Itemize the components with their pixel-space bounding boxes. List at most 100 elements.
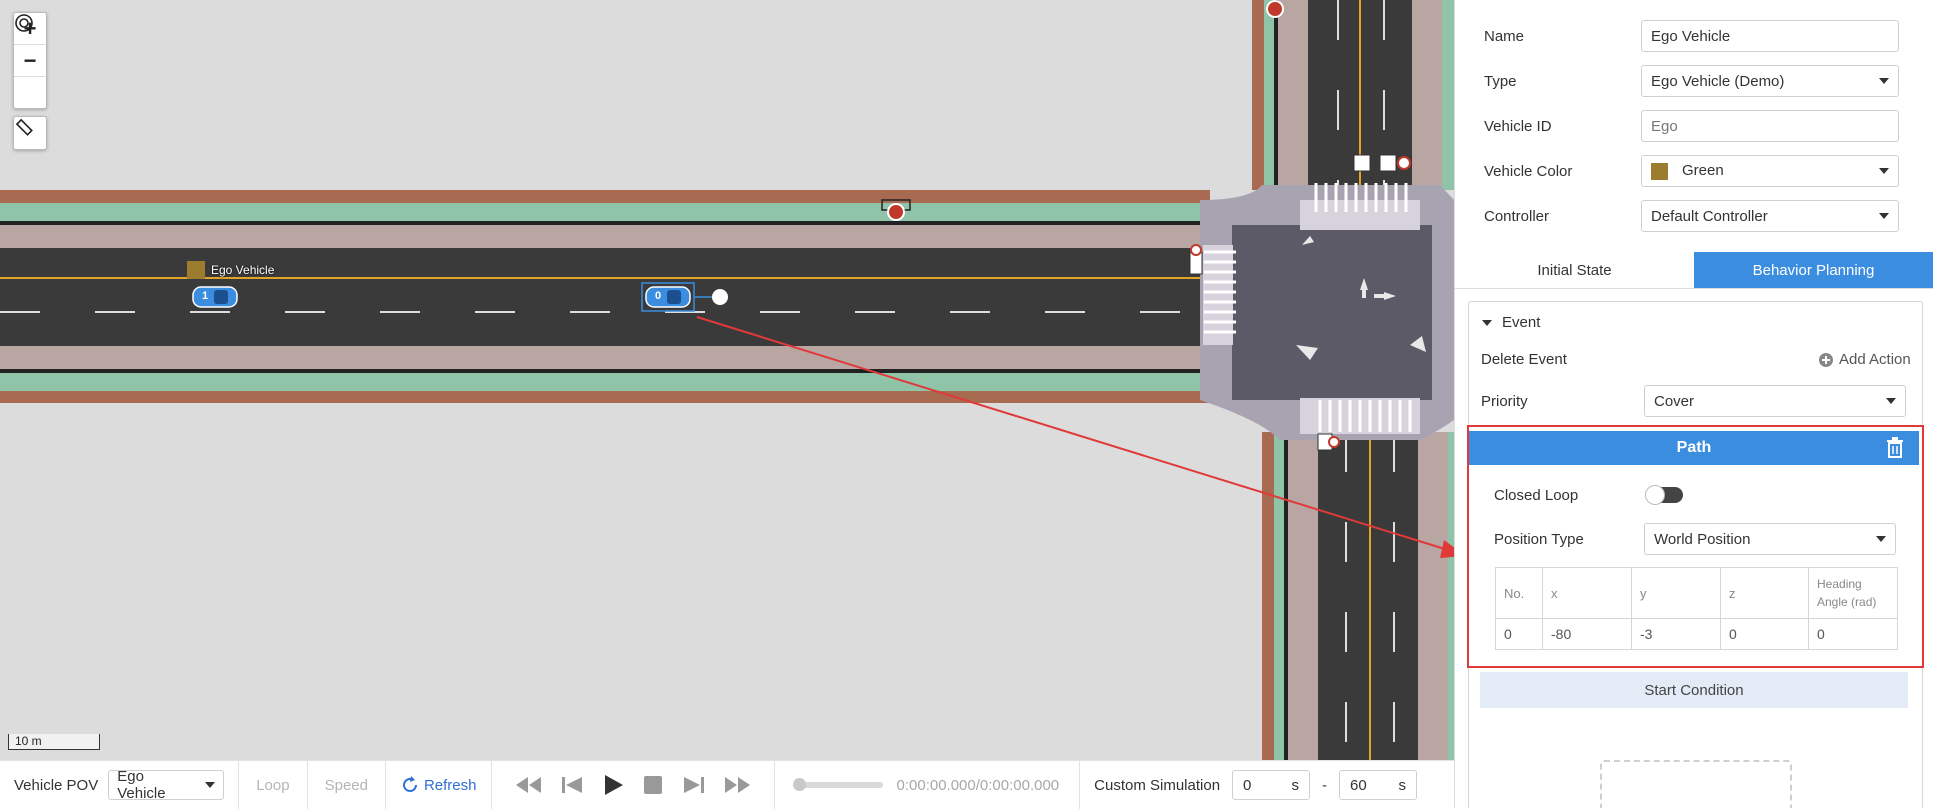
type-value: Ego Vehicle (Demo) — [1651, 72, 1785, 90]
controller-row: Controller Default Controller — [1455, 199, 1946, 233]
ego-color-swatch — [187, 261, 205, 279]
pov-value: Ego Vehicle — [117, 768, 166, 802]
custom-sim-section: Custom Simulation 0 s - 60 s — [1080, 761, 1431, 809]
start-condition-header[interactable]: Start Condition — [1480, 672, 1908, 708]
measure-button[interactable] — [13, 116, 47, 150]
cell-heading[interactable]: 0 — [1808, 618, 1898, 650]
controller-value: Default Controller — [1651, 207, 1768, 225]
tab-behavior-planning[interactable]: Behavior Planning — [1694, 252, 1933, 288]
step-back-icon[interactable] — [560, 775, 584, 795]
priority-select[interactable]: Cover — [1644, 385, 1906, 417]
path-points-table: No. x y z Heading Angle (rad) 0 -80 -3 0… — [1495, 567, 1898, 650]
pov-label: Vehicle POV — [14, 776, 99, 794]
pov-select[interactable]: Ego Vehicle — [108, 768, 225, 802]
stop-icon[interactable] — [642, 774, 664, 796]
refresh-icon — [403, 776, 417, 792]
controller-select[interactable]: Default Controller — [1641, 200, 1899, 232]
sim-end-value: 60 — [1350, 776, 1367, 794]
vehicle-color-row: Vehicle Color Green — [1455, 154, 1946, 188]
color-swatch — [1651, 162, 1668, 180]
chevron-down-icon — [1876, 536, 1886, 542]
ruler-icon — [15, 118, 33, 136]
col-heading: Heading Angle (rad) — [1808, 567, 1898, 619]
cell-x[interactable]: -80 — [1542, 618, 1632, 650]
position-type-select[interactable]: World Position — [1644, 523, 1896, 555]
delete-event-button[interactable]: Delete Event — [1481, 351, 1567, 368]
path-header: Path — [1469, 431, 1919, 465]
pov-section: Vehicle POV Ego Vehicle — [0, 761, 240, 809]
panel-tabs: Initial State Behavior Planning — [1455, 252, 1933, 289]
name-value: Ego Vehicle — [1651, 27, 1731, 45]
type-label: Type — [1484, 72, 1517, 90]
vehicle-id-input[interactable]: Ego — [1641, 110, 1899, 142]
zoom-control: + − — [13, 12, 47, 109]
cell-z[interactable]: 0 — [1720, 618, 1809, 650]
cell-y[interactable]: -3 — [1631, 618, 1721, 650]
priority-value: Cover — [1654, 392, 1695, 410]
col-no: No. — [1495, 567, 1543, 619]
col-z: z — [1720, 567, 1809, 619]
media-controls — [492, 761, 775, 809]
chevron-down-icon — [1879, 168, 1889, 174]
tab-initial-state[interactable]: Initial State — [1455, 252, 1694, 288]
position-type-label: Position Type — [1494, 531, 1584, 548]
refresh-section: Refresh — [386, 761, 492, 809]
chevron-down-icon — [1886, 398, 1896, 404]
collapse-icon — [1482, 319, 1492, 326]
sim-end-input[interactable]: 60 s — [1339, 770, 1418, 800]
vehicle-color-value: Green — [1682, 162, 1724, 180]
refresh-button[interactable]: Refresh — [400, 775, 477, 795]
table-header-row: No. x y z Heading Angle (rad) — [1495, 567, 1898, 619]
closed-loop-label: Closed Loop — [1494, 487, 1579, 504]
chevron-down-icon — [1879, 78, 1889, 84]
plus-circle-icon — [1819, 352, 1833, 367]
custom-sim-label: Custom Simulation — [1094, 776, 1221, 794]
skip-to-end-icon[interactable] — [724, 775, 752, 795]
playback-toolbar: Vehicle POV Ego Vehicle Loop Speed Refre… — [0, 760, 1454, 809]
zoom-out-button[interactable]: − — [14, 45, 46, 77]
vehicle-number-0: 0 — [655, 290, 662, 302]
col-x: x — [1542, 567, 1632, 619]
controller-label: Controller — [1484, 207, 1550, 225]
vehicle-color-select[interactable]: Green — [1641, 155, 1899, 187]
position-type-value: World Position — [1654, 530, 1751, 548]
vehicle-color-label: Vehicle Color — [1484, 162, 1573, 180]
speed-button[interactable]: Speed — [308, 761, 386, 809]
path-title: Path — [1676, 439, 1712, 456]
properties-panel: Name Ego Vehicle Type Ego Vehicle (Demo)… — [1454, 0, 1946, 808]
timeline-knob[interactable] — [792, 778, 806, 791]
col-y: y — [1631, 567, 1721, 619]
trash-icon[interactable] — [1885, 437, 1905, 459]
ego-vehicle-marker — [192, 286, 238, 308]
sim-start-unit: s — [1291, 776, 1300, 794]
name-label: Name — [1484, 27, 1525, 45]
chevron-down-icon — [205, 782, 216, 788]
event-header[interactable]: Event — [1482, 314, 1540, 331]
ego-vehicle-label: Ego Vehicle — [187, 261, 274, 279]
sim-start-input[interactable]: 0 s — [1232, 770, 1311, 800]
refresh-label: Refresh — [423, 776, 477, 794]
sim-start-value: 0 — [1243, 776, 1252, 794]
timeline-section: 0:00:00.000/0:00:00.000 — [775, 761, 1081, 809]
sim-end-unit: s — [1398, 776, 1407, 794]
type-select[interactable]: Ego Vehicle (Demo) — [1641, 65, 1899, 97]
loop-button[interactable]: Loop — [239, 761, 308, 809]
event-label: Event — [1502, 314, 1541, 331]
add-action-button[interactable]: Add Action — [1819, 351, 1911, 368]
cell-no: 0 — [1495, 618, 1543, 650]
add-condition-dropzone[interactable] — [1600, 760, 1792, 808]
map-canvas[interactable]: 1 0 Ego Vehicle + − 10 m — [0, 0, 1454, 760]
chevron-down-icon — [1879, 213, 1889, 219]
recenter-button[interactable] — [14, 14, 46, 108]
play-icon[interactable] — [602, 774, 624, 796]
name-input[interactable]: Ego Vehicle — [1641, 20, 1899, 52]
vehicle-number-1: 1 — [202, 290, 209, 302]
road-network — [0, 0, 1454, 760]
name-row: Name Ego Vehicle — [1455, 19, 1946, 53]
ego-label-text: Ego Vehicle — [211, 263, 275, 277]
closed-loop-toggle[interactable] — [1645, 485, 1683, 505]
step-forward-icon[interactable] — [682, 775, 706, 795]
timeline-slider[interactable] — [792, 778, 883, 791]
skip-to-start-icon[interactable] — [514, 775, 542, 795]
priority-label: Priority — [1481, 393, 1528, 410]
